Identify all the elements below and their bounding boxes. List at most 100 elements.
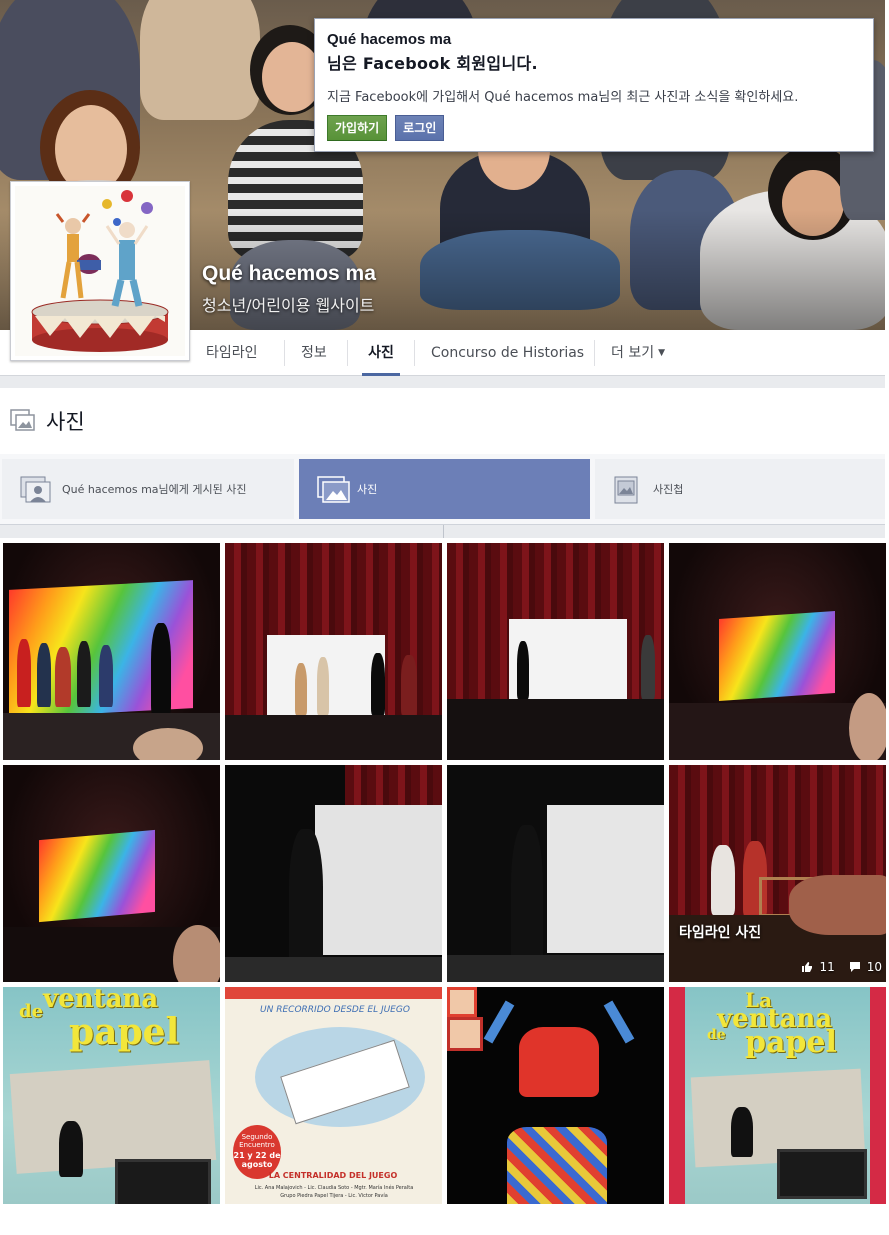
poster-title: de [19,1001,44,1022]
performer [37,643,51,707]
signup-button[interactable]: 가입하기 [327,115,388,141]
tab-photos[interactable]: 사진 [362,330,400,376]
poster-subtitle: LA CENTRALIDAD DEL JUEGO [268,1171,398,1180]
clown-head [447,1017,483,1051]
timeline-photo-caption: 타임라인 사진 [679,925,762,941]
photo-thumbnail[interactable] [225,765,442,982]
photo-thumbnail[interactable] [3,543,220,760]
like-count-value: 11 [819,960,835,974]
cover-figure [262,42,322,112]
photo-thumbnail[interactable] [3,765,220,982]
subtab-label: Qué hacemos ma님에게 게시된 사진 [62,483,247,496]
comment-count[interactable]: 10 [849,960,882,974]
performer [55,647,71,707]
subtab-albums[interactable]: 사진첩 [595,459,885,519]
tab-timeline[interactable]: 타임라인 [206,330,258,376]
clown-arm [603,1000,635,1044]
performer [151,623,171,715]
performer [517,641,529,699]
stage-floor [447,699,664,760]
photo-stats: 11 10 [801,960,882,974]
poster-heading: UN RECORRIDO DESDE EL JUEGO [260,1005,410,1015]
photo-thumbnail[interactable]: La ventana de papel [669,987,886,1204]
subtab-photos-of-page[interactable]: Qué hacemos ma님에게 게시된 사진 [2,459,294,519]
poster-banner [225,987,442,999]
tab-more-label: 더 보기 [611,345,655,361]
poster-encuentro: Segundo Encuentro [239,1133,275,1149]
performer [731,1107,753,1157]
photo-thumbnail[interactable] [225,543,442,760]
stage-floor [225,715,442,760]
comment-icon [849,962,860,972]
performer [289,829,323,975]
photo-thumbnail[interactable]: ventana de papel [3,987,220,1204]
cover-figure [140,0,260,120]
tab-divider [594,340,595,366]
projection-screen [315,805,442,955]
performer [371,653,385,715]
poster-title: papel [69,1011,180,1053]
photo-thumbnail[interactable] [669,543,886,760]
like-icon [802,962,813,972]
photo-thumbnail[interactable]: UN RECORRIDO DESDE EL JUEGO Segundo Encu… [225,987,442,1204]
chevron-down-icon: ▼ [658,348,666,358]
tab-more[interactable]: 더 보기 ▼ [611,330,665,376]
popup-subtitle: 님은 Facebook 회원입니다. [327,54,538,73]
popup-message: 지금 Facebook에 가입해서 Qué hacemos ma님의 최근 사진… [327,90,799,105]
profile-illustration [15,186,185,356]
subtab-label: 사진첩 [653,483,684,496]
comment-count-value: 10 [866,960,882,974]
performer [295,663,307,715]
clown-body [519,1027,599,1097]
poster-names: Grupo Piedra Papel Tijera - Lic. Victor … [280,1193,388,1199]
clown-head [447,987,477,1017]
photos-title: 사진 [46,410,85,434]
photos-icon [10,409,36,435]
photo-thumbnail[interactable] [447,765,664,982]
performer [59,1121,83,1177]
poster-title: papel [745,1025,837,1060]
tab-divider [414,340,415,366]
projection-screen [547,805,664,953]
projection-screen [39,829,155,923]
tab-divider [284,340,285,366]
poster-screen [115,1159,211,1204]
poster-title: de [707,1027,726,1043]
login-button[interactable]: 로그인 [395,115,445,141]
poster-illustration [9,1060,217,1174]
subtab-divider-bar [0,524,885,538]
performer [641,635,655,699]
popup-page-name: Qué hacemos ma [327,31,452,48]
photo-thumbnail[interactable] [447,987,664,1204]
tagged-photos-icon [20,476,52,508]
stage-floor [225,957,442,982]
performer [789,875,886,935]
page-name[interactable]: Qué hacemos ma [202,262,376,286]
performer [99,645,113,707]
photos-header: 사진 [0,388,885,454]
clown-arm [483,1000,515,1044]
like-count[interactable]: 11 [801,960,835,974]
curtain [345,765,442,805]
photos-icon [317,476,351,508]
join-facebook-popup: Qué hacemos ma 님은 Facebook 회원입니다. 지금 Fac… [314,18,874,152]
stage-floor [447,955,664,982]
poster-date: 21 y 22 de agosto [233,1151,281,1169]
clown-body [507,1127,607,1204]
featured-timeline-photo[interactable]: 타임라인 사진 11 10 [669,765,886,982]
photo-thumbnail[interactable] [447,543,664,760]
performer [77,641,91,707]
profile-picture[interactable] [10,181,190,361]
audience-head [849,693,886,760]
section-gap [0,376,885,388]
tab-divider [347,340,348,366]
tab-about[interactable]: 정보 [301,330,327,376]
audience-head [133,728,203,760]
album-icon [613,476,641,510]
performer [511,825,543,975]
photo-subtabs: Qué hacemos ma님에게 게시된 사진 사진 사진첩 [0,454,885,526]
poster-title: ventana [43,987,159,1014]
subtab-photos[interactable]: 사진 [299,459,590,519]
tab-concurso[interactable]: Concurso de Historias [431,330,584,376]
performer [17,639,31,707]
